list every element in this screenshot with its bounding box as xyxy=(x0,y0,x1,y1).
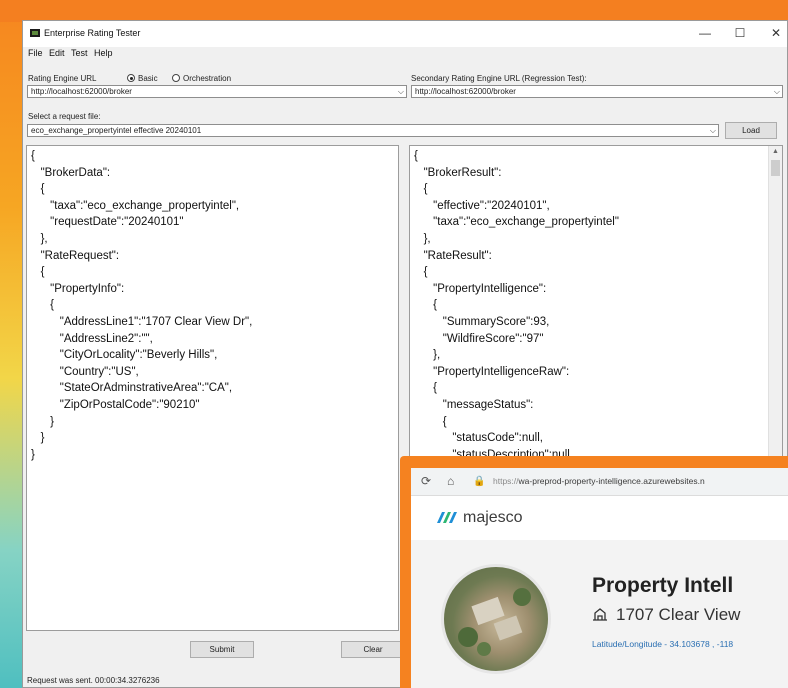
brand-name: majesco xyxy=(463,509,523,526)
request-file-value: eco_exchange_propertyintel effective 202… xyxy=(31,126,202,135)
orchestration-radio[interactable] xyxy=(172,74,180,82)
window-title: Enterprise Rating Tester xyxy=(44,28,141,38)
scroll-up-icon[interactable]: ▲ xyxy=(772,148,779,155)
rating-engine-url-select[interactable]: http://localhost:62000/broker ⌵ xyxy=(27,85,407,98)
lock-icon: 🔒 xyxy=(473,476,486,487)
submit-button[interactable]: Submit xyxy=(190,641,254,658)
majesco-logo-icon xyxy=(437,512,457,523)
menu-test[interactable]: Test xyxy=(71,48,88,58)
secondary-engine-url-select[interactable]: http://localhost:62000/broker ⌵ xyxy=(411,85,783,98)
maximize-button[interactable]: ☐ xyxy=(732,26,748,40)
latitude-longitude-link[interactable]: Latitude/Longitude - 34.103678 , -118 xyxy=(592,639,733,649)
property-title: Property Intell xyxy=(592,574,734,597)
property-content: Property Intell 1707 Clear View Latitude… xyxy=(411,540,788,688)
secondary-engine-url-value: http://localhost:62000/broker xyxy=(415,87,516,96)
reload-icon[interactable]: ⟳ xyxy=(421,474,431,488)
building-icon xyxy=(593,608,607,621)
orchestration-radio-label: Orchestration xyxy=(183,74,232,83)
request-editor[interactable]: { "BrokerData": { "taxa":"eco_exchange_p… xyxy=(26,145,399,631)
chevron-down-icon: ⌵ xyxy=(773,87,780,96)
rating-engine-url-value: http://localhost:62000/broker xyxy=(31,87,132,96)
minimize-button[interactable]: — xyxy=(697,26,713,40)
browser-window: ⟳ ⌂ 🔒 https://wa-preprod-property-intell… xyxy=(411,468,788,688)
request-json: { "BrokerData": { "taxa":"eco_exchange_p… xyxy=(31,150,253,461)
request-file-select[interactable]: eco_exchange_propertyintel effective 202… xyxy=(27,124,719,137)
status-text: Request was sent. 00:00:34.3276236 xyxy=(27,676,160,685)
secondary-engine-label: Secondary Rating Engine URL (Regression … xyxy=(411,74,587,83)
load-button[interactable]: Load xyxy=(725,122,777,139)
aerial-photo xyxy=(441,564,551,674)
menu-help[interactable]: Help xyxy=(94,48,113,58)
request-file-label: Select a request file: xyxy=(28,112,101,121)
response-scrollbar[interactable]: ▲ xyxy=(768,146,782,456)
app-icon xyxy=(30,29,40,37)
response-viewer[interactable]: { "BrokerResult": { "effective":"2024010… xyxy=(409,145,783,457)
basic-radio[interactable] xyxy=(127,74,135,82)
browser-address-bar: ⟳ ⌂ 🔒 https://wa-preprod-property-intell… xyxy=(411,468,788,496)
menu-edit[interactable]: Edit xyxy=(49,48,65,58)
aerial-house-image xyxy=(458,588,531,656)
clear-button[interactable]: Clear xyxy=(341,641,405,658)
top-accent-bar xyxy=(0,0,788,22)
close-button[interactable]: ✕ xyxy=(768,26,784,40)
url-field[interactable]: https://wa-preprod-property-intelligence… xyxy=(493,476,705,486)
menu-file[interactable]: File xyxy=(28,48,43,58)
basic-radio-label: Basic xyxy=(138,74,158,83)
chevron-down-icon: ⌵ xyxy=(397,87,404,96)
title-bar: Enterprise Rating Tester — ☐ ✕ xyxy=(23,21,787,47)
chevron-down-icon: ⌵ xyxy=(709,126,716,135)
response-json: { "BrokerResult": { "effective":"2024010… xyxy=(414,150,619,457)
rating-engine-label: Rating Engine URL xyxy=(28,74,97,83)
scroll-thumb[interactable] xyxy=(771,160,780,176)
brand-header: majesco xyxy=(411,496,788,541)
property-address: 1707 Clear View xyxy=(592,605,740,625)
home-icon[interactable]: ⌂ xyxy=(447,474,454,488)
menu-bar: File Edit Test Help xyxy=(23,47,787,62)
